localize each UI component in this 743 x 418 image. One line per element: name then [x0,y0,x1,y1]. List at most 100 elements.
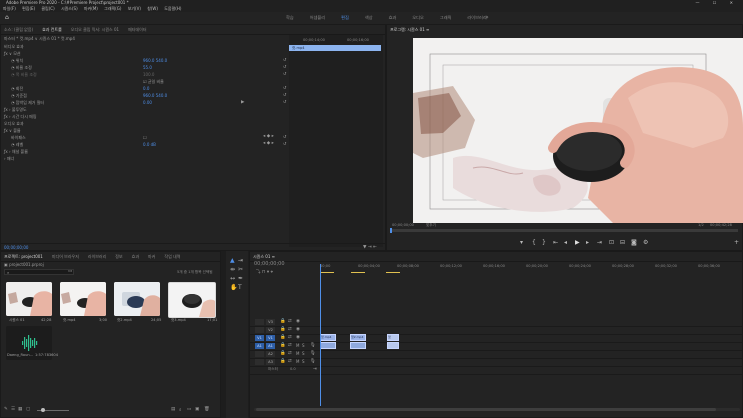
reset-icon[interactable]: ↺ [283,57,286,62]
timeline-audio-clip[interactable] [387,342,399,349]
track-mic-icon[interactable]: 🎙 [310,351,316,356]
tab-info[interactable]: 정보 [115,254,122,260]
bypass-checkbox[interactable]: ☐ [143,134,147,141]
timeline-ruler[interactable]: 00;00 00;00;04;00 00;00;08;00 00;00;12;0… [320,264,740,272]
param-position-value[interactable]: 960.0 540.0 [143,57,167,64]
pen-tool-icon[interactable]: ✒ [238,275,243,282]
track-solo-icon[interactable]: S [302,343,305,348]
project-search-input[interactable]: ⌕ [4,269,74,275]
param-flicker-value[interactable]: 0.00 [143,99,152,106]
track-mute-icon[interactable]: M [296,351,299,356]
menu-clip[interactable]: 클립(C) [41,6,54,11]
track-sync-icon[interactable]: ⇄ [288,335,292,340]
param-anchor-value[interactable]: 960.0 540.0 [143,92,167,99]
skip-to-end-icon[interactable]: ⇥ [313,367,317,372]
track-sync-icon[interactable]: ⇄ [288,343,292,348]
hand-tool-icon[interactable]: ✋ [230,284,237,291]
type-tool-icon[interactable]: T [238,284,242,291]
mini-timeline-clip[interactable]: 컷.mp4 [289,45,381,51]
tab-media-browser[interactable]: 미디어 브라우저 [52,254,79,260]
timeline-playhead[interactable] [320,264,321,406]
play-icon[interactable]: ▶ [575,239,580,246]
track-sync-icon[interactable]: ⇄ [288,359,292,364]
extract-icon[interactable]: ⊟ [620,239,625,246]
new-item-icon[interactable]: ▣ [195,407,199,412]
tab-effects[interactable]: 효과 [132,254,139,260]
zoom-slider[interactable] [37,408,69,412]
settings-wrench-icon[interactable]: ⚙ [643,239,648,246]
find-icon[interactable]: ⌕ [179,407,182,413]
track-sync-icon[interactable]: ⇄ [288,319,292,324]
selection-tool-icon[interactable]: ▲ [230,257,235,264]
tab-effect-controls[interactable]: 효과 컨트롤 [42,27,62,33]
menu-marker[interactable]: 마커(M) [84,6,98,11]
razor-tool-icon[interactable]: ✂ [238,266,243,273]
add-button-icon[interactable]: + [734,239,739,246]
menu-help[interactable]: 도움말(H) [164,6,181,11]
pencil-icon[interactable]: ✎ [4,407,8,412]
automate-icon[interactable]: ▤ [171,407,175,412]
fx-toggle-icon[interactable]: ƒx ∨ [4,128,13,133]
go-to-in-icon[interactable]: ⇤ [553,239,558,246]
track-solo-icon[interactable]: S [302,351,305,356]
track-mic-icon[interactable]: 🎙 [310,343,316,348]
effect-mini-timeline[interactable]: 00;00;14;00 00;00;16;00 컷.mp4 [289,35,383,247]
track-sync-icon[interactable]: ⇄ [288,327,292,332]
project-item-thumbnail[interactable] [60,282,106,316]
ripple-edit-tool-icon[interactable]: ⇹ [230,266,235,273]
track-lock-icon[interactable]: 🔒 [280,343,286,348]
work-area-bar[interactable] [320,272,740,274]
track-target-a2[interactable] [255,351,264,357]
track-lock-icon[interactable]: 🔒 [280,335,286,340]
step-back-icon[interactable]: ◂ [564,239,567,246]
track-label-v3[interactable]: V3 [266,319,275,325]
tab-sequence[interactable]: 시퀀스 01 ≡ [253,254,275,260]
track-mic-icon[interactable]: 🎙 [310,359,316,364]
keyframe-nav-icon[interactable]: ◂ ◆ ▸ [263,141,274,146]
fx-panner[interactable]: › 패너 [4,155,14,162]
track-eye-icon[interactable]: ◉ [296,319,300,324]
track-master[interactable]: 마스터 0.0 ⇥ [250,366,743,375]
trash-icon[interactable]: 🗑 [204,407,210,412]
fx-toggle-icon[interactable]: ƒx ∨ [4,51,13,56]
workspace-tab-learn[interactable]: 학습 [278,12,302,24]
workspace-tab-audio[interactable]: 오디오 [404,12,432,24]
fx-toggle-icon[interactable]: ƒx › [4,149,12,154]
export-frame-icon[interactable]: ◙ [631,239,637,246]
master-track-value[interactable]: 0.0 [290,367,296,371]
tab-source[interactable]: 소스: (클립 없음) [4,27,33,33]
workspace-tab-effects[interactable]: 효과 [381,12,405,24]
fx-motion[interactable]: ƒx ∨ 모션 [4,50,21,57]
workspace-more-icon[interactable]: » [485,12,489,24]
menu-file[interactable]: 파일(F) [3,6,16,11]
uniform-scale-checkbox[interactable]: ☑ 균일 비율 [143,78,164,85]
monitor-fit-select[interactable]: 맞추기 [426,223,436,228]
home-icon[interactable]: ⌂ [5,15,11,21]
menu-window[interactable]: 창(W) [147,6,158,11]
step-forward-icon[interactable]: ▸ [586,239,589,246]
track-label-a1[interactable]: A1 [266,343,275,349]
tab-metadata[interactable]: 메타데이터 [128,27,146,33]
menu-view[interactable]: 보기(V) [128,6,141,11]
track-target-v3[interactable] [255,319,264,325]
fx-volume[interactable]: ƒx ∨ 볼륨 [4,127,21,134]
lift-icon[interactable]: ⊡ [609,239,614,246]
monitor-quality-select[interactable]: 1/2 [698,223,704,227]
timeline-horizontal-scrollbar[interactable] [254,408,740,411]
fx-time-remap[interactable]: ƒx › 시간 다시 매핑 [4,113,37,120]
track-select-tool-icon[interactable]: ⇥ [238,257,243,264]
tab-libraries[interactable]: 라이브러리 [88,254,106,260]
reset-icon[interactable]: ↺ [283,92,286,97]
zoom-slider-thumb[interactable] [41,408,45,412]
go-to-out-icon[interactable]: ⇥ [597,239,602,246]
tab-markers[interactable]: 마커 [148,254,155,260]
timeline-scroll-thumb[interactable] [256,408,716,411]
mark-out-icon[interactable]: } [542,239,546,246]
icon-view-icon[interactable]: ▦ [18,407,22,412]
fx-toggle-icon[interactable]: ƒx › [4,107,12,112]
monitor-scrub-bar[interactable] [390,228,738,233]
list-view-icon[interactable]: ☰ [11,407,15,412]
workspace-tab-graphics[interactable]: 그래픽 [432,12,460,24]
track-sync-icon[interactable]: ⇄ [288,351,292,356]
timeline-tools-icons[interactable]: ⤵ ⊓ ▾ ⌖ [256,269,273,275]
